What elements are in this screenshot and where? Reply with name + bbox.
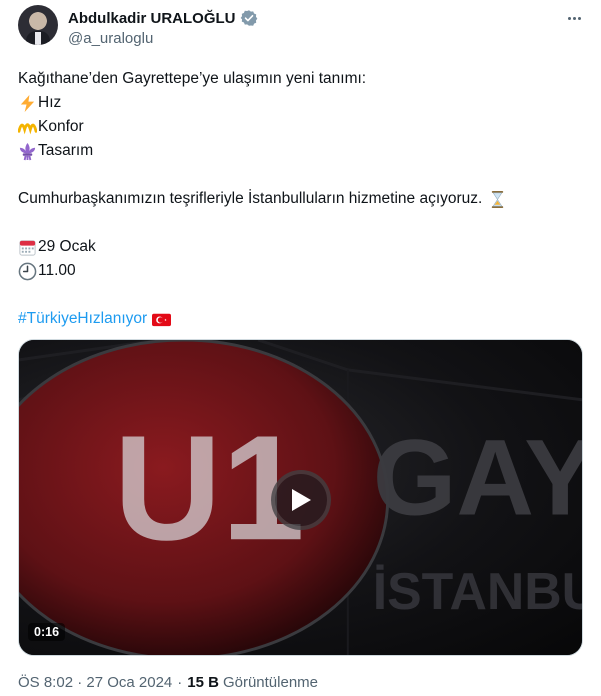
item-speed-label: Hız [38, 94, 62, 111]
tweet-item-comfort: Konfor [18, 115, 583, 139]
sign-text-1: GAY [373, 417, 582, 537]
date-text: 29 Ocak [38, 238, 96, 255]
tweet-item-speed: Hız [18, 91, 583, 115]
video-duration: 0:16 [28, 623, 66, 641]
tweet-hashtag-line: #TürkiyeHızlanıyor [18, 307, 583, 331]
item-comfort-label: Konfor [38, 118, 84, 135]
tweet-time: 11.00 [18, 259, 583, 283]
hourglass-icon [492, 190, 504, 208]
meta-separator: · [177, 674, 183, 691]
announcement-text: Cumhurbaşkanımızın teşrifleriyle İstanbu… [18, 190, 483, 207]
hashtag-link[interactable]: #TürkiyeHızlanıyor [18, 307, 147, 331]
play-icon [292, 489, 311, 511]
tweet-timestamp[interactable]: ÖS 8:02 · 27 Oca 2024 [18, 674, 172, 691]
play-button[interactable] [271, 470, 331, 530]
tweet-date: 29 Ocak [18, 235, 583, 259]
time-text: 11.00 [38, 262, 76, 279]
item-design-label: Tasarım [38, 142, 94, 159]
fleur-de-lis-icon [19, 142, 36, 160]
turkey-flag-icon [152, 313, 172, 326]
clock-icon [18, 262, 37, 280]
tweet: Abdulkadir URALOĞLU @a_uraloglu Kağıthan… [0, 0, 601, 696]
more-options-button[interactable] [563, 8, 585, 28]
views-label: Görüntülenme [222, 674, 319, 691]
lightning-icon [20, 94, 35, 112]
verified-badge-icon [240, 10, 257, 26]
avatar[interactable] [18, 5, 58, 45]
wave-icon [18, 122, 37, 134]
tweet-announcement: Cumhurbaşkanımızın teşrifleriyle İstanbu… [18, 187, 583, 211]
author-display-name[interactable]: Abdulkadir URALOĞLU [68, 10, 236, 27]
author-handle[interactable]: @a_uraloglu [68, 30, 153, 47]
sign-text-2: İSTANBU [373, 562, 582, 620]
author-name-row: Abdulkadir URALOĞLU [68, 8, 258, 28]
tweet-meta: ÖS 8:02 · 27 Oca 2024 · 15 B Görüntülenm… [18, 674, 318, 691]
tweet-line-1: Kağıthane’den Gayrettepe’ye ulaşımın yen… [18, 70, 367, 87]
calendar-icon [19, 239, 36, 256]
views-count: 15 B [187, 674, 219, 691]
more-horizontal-icon [567, 16, 571, 20]
video-player[interactable]: U1 GAY İSTANBU 0:16 [18, 339, 583, 656]
tweet-item-design: Tasarım [18, 139, 583, 163]
tweet-text: Kağıthane’den Gayrettepe’ye ulaşımın yen… [18, 67, 583, 331]
